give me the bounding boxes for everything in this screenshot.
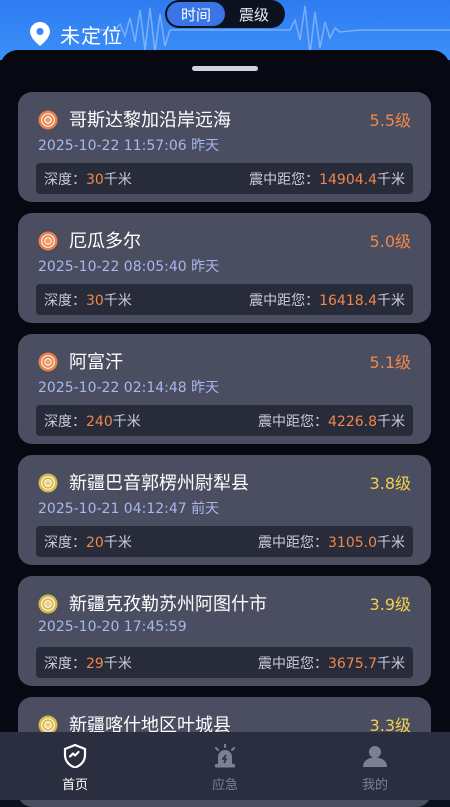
quake-magnitude: 3.8级 (369, 474, 411, 493)
distance-label: 震中距您： (249, 171, 320, 188)
quake-time: 2025-10-22 02:14:48 昨天 (38, 380, 220, 396)
distance-group: 震中距您：16418.4千米 (249, 290, 405, 310)
distance-value: 14904.4 (319, 171, 377, 188)
depth-unit: 千米 (112, 413, 141, 430)
bottom-nav: 首页 应急 我的 (0, 732, 450, 800)
depth-group: 深度：20千米 (44, 532, 132, 552)
quake-magnitude: 5.5级 (369, 111, 411, 130)
depth-value: 240 (86, 413, 113, 430)
depth-group: 深度：30千米 (44, 169, 132, 189)
earthquake-ripple-icon (38, 352, 58, 372)
distance-label: 震中距您： (249, 292, 320, 309)
sort-toggle: 时间 震级 (165, 0, 285, 28)
distance-unit: 千米 (377, 413, 405, 430)
distance-value: 4226.8 (328, 413, 377, 430)
quake-location: 新疆巴音郭楞州尉犁县 (69, 473, 249, 494)
location-pin-icon[interactable] (30, 22, 50, 46)
nav-item-emergency[interactable]: 应急 (150, 732, 300, 800)
depth-unit: 千米 (103, 292, 132, 309)
distance-unit: 千米 (377, 171, 405, 188)
quake-magnitude: 5.1级 (369, 353, 411, 372)
earthquake-card[interactable]: 新疆巴音郭楞州尉犁县 3.8级 2025-10-21 04:12:47 前天 深度… (18, 455, 431, 565)
quake-location: 哥斯达黎加沿岸远海 (69, 110, 231, 131)
depth-label: 深度： (44, 171, 86, 188)
drag-handle[interactable] (192, 66, 258, 71)
shield-home-icon (63, 744, 87, 768)
quake-details: 深度：240千米 震中距您：4226.8千米 (36, 405, 413, 436)
location-status[interactable]: 未定位 (60, 20, 123, 49)
quake-magnitude: 3.9级 (369, 595, 411, 614)
quake-time: 2025-10-22 08:05:40 昨天 (38, 259, 220, 275)
depth-group: 深度：30千米 (44, 290, 132, 310)
tab-sort-time[interactable]: 时间 (167, 2, 225, 26)
earthquake-ripple-icon (38, 231, 58, 251)
nav-label-home: 首页 (61, 778, 88, 793)
distance-value: 3105.0 (328, 534, 377, 551)
quake-details: 深度：30千米 震中距您：16418.4千米 (36, 284, 413, 315)
distance-group: 震中距您：4226.8千米 (258, 411, 405, 431)
quake-details: 深度：29千米 震中距您：3675.7千米 (36, 647, 413, 678)
depth-value: 20 (86, 534, 104, 551)
user-icon (363, 746, 387, 767)
distance-unit: 千米 (377, 534, 405, 551)
distance-group: 震中距您：14904.4千米 (249, 169, 405, 189)
quake-location: 厄瓜多尔 (69, 231, 141, 252)
depth-label: 深度： (44, 534, 86, 551)
distance-unit: 千米 (377, 655, 405, 672)
quake-location: 阿富汗 (69, 352, 123, 373)
depth-unit: 千米 (103, 534, 132, 551)
earthquake-card[interactable]: 阿富汗 5.1级 2025-10-22 02:14:48 昨天 深度：240千米 … (18, 334, 431, 444)
depth-value: 30 (86, 292, 104, 309)
depth-unit: 千米 (103, 171, 132, 188)
nav-label-mine: 我的 (361, 778, 388, 793)
distance-label: 震中距您： (258, 655, 328, 672)
distance-value: 16418.4 (319, 292, 377, 309)
alarm-light-icon (215, 744, 235, 768)
nav-item-mine[interactable]: 我的 (300, 732, 450, 800)
quake-time: 2025-10-21 04:12:47 前天 (38, 501, 220, 517)
earthquake-card[interactable]: 厄瓜多尔 5.0级 2025-10-22 08:05:40 昨天 深度：30千米 … (18, 213, 431, 323)
earthquake-ripple-icon (38, 594, 58, 614)
distance-unit: 千米 (377, 292, 405, 309)
depth-label: 深度： (44, 292, 86, 309)
depth-group: 深度：29千米 (44, 653, 132, 673)
depth-label: 深度： (44, 655, 86, 672)
distance-label: 震中距您： (258, 413, 328, 430)
depth-value: 29 (86, 655, 104, 672)
quake-time: 2025-10-22 11:57:06 昨天 (38, 138, 220, 154)
distance-group: 震中距您：3105.0千米 (258, 532, 405, 552)
depth-label: 深度： (44, 413, 86, 430)
earthquake-card[interactable]: 哥斯达黎加沿岸远海 5.5级 2025-10-22 11:57:06 昨天 深度：… (18, 92, 431, 202)
earthquake-ripple-icon (38, 473, 58, 493)
distance-label: 震中距您： (258, 534, 328, 551)
quake-time: 2025-10-20 17:45:59 (38, 619, 187, 635)
earthquake-ripple-icon (38, 110, 58, 130)
nav-label-emergency: 应急 (211, 778, 238, 793)
quake-magnitude: 5.0级 (369, 232, 411, 251)
depth-value: 30 (86, 171, 104, 188)
quake-details: 深度：30千米 震中距您：14904.4千米 (36, 163, 413, 194)
tab-sort-magnitude[interactable]: 震级 (225, 2, 283, 26)
distance-value: 3675.7 (328, 655, 377, 672)
quake-details: 深度：20千米 震中距您：3105.0千米 (36, 526, 413, 557)
earthquake-card[interactable]: 新疆克孜勒苏州阿图什市 3.9级 2025-10-20 17:45:59 深度：2… (18, 576, 431, 686)
nav-item-home[interactable]: 首页 (0, 732, 150, 800)
depth-unit: 千米 (103, 655, 132, 672)
depth-group: 深度：240千米 (44, 411, 141, 431)
distance-group: 震中距您：3675.7千米 (258, 653, 405, 673)
quake-location: 新疆克孜勒苏州阿图什市 (69, 594, 267, 615)
